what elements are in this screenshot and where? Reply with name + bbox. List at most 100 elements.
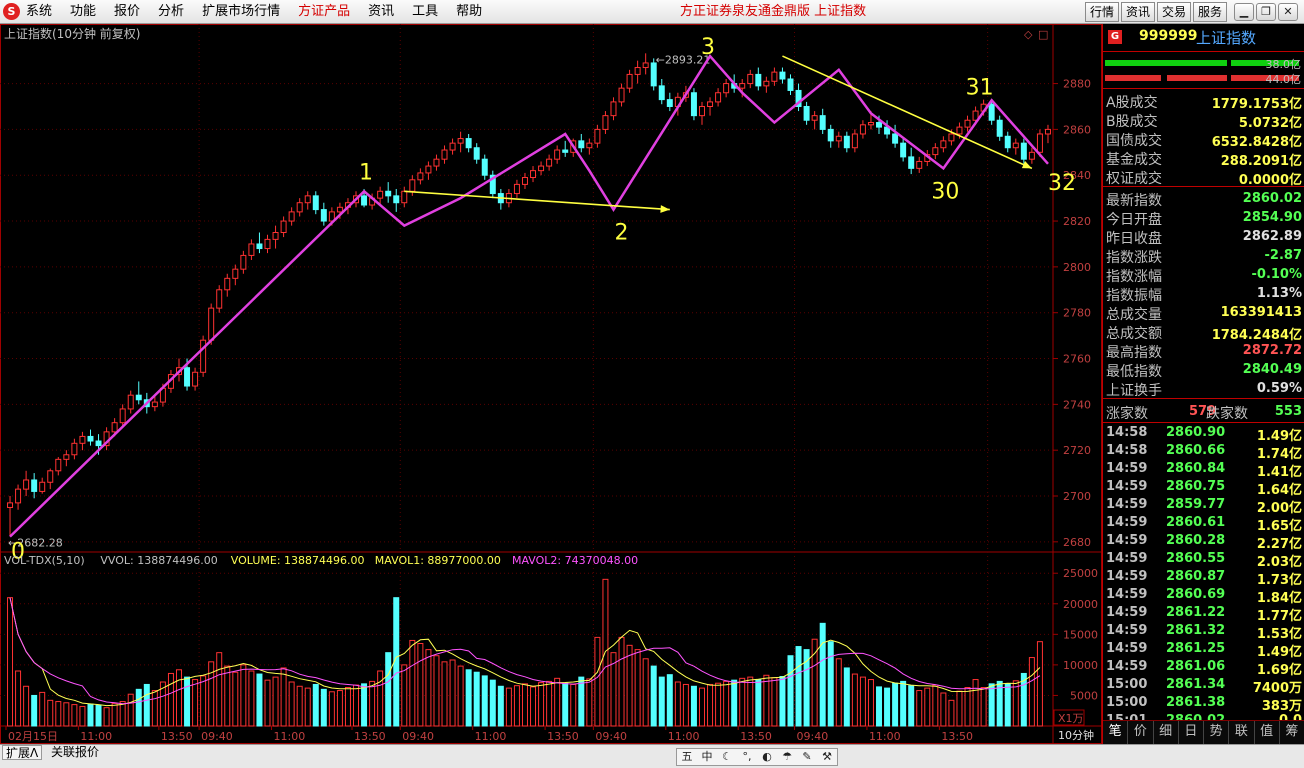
tick-row: 14:59 2860.28 2.27亿	[1103, 532, 1304, 552]
tool-icon[interactable]: 五	[677, 749, 697, 765]
stat-label: 最新指数	[1106, 193, 1162, 209]
volume-bar	[876, 686, 883, 727]
index-code: 999999	[1139, 28, 1198, 44]
minimize-icon[interactable]: ▁	[1234, 3, 1254, 21]
volume-bar	[135, 688, 142, 727]
candle-body	[626, 73, 633, 89]
candle-body	[232, 268, 239, 279]
x-tick-label: 13:50	[941, 730, 973, 743]
volume-bar	[353, 684, 360, 727]
candle-body	[932, 147, 939, 156]
candle-body	[55, 458, 62, 472]
volume-bar	[658, 676, 665, 727]
fall-label: 跌家数	[1206, 406, 1248, 422]
volume-bar	[956, 690, 963, 727]
panel-tab[interactable]: 值	[1255, 721, 1280, 744]
volume-bar	[554, 677, 561, 727]
menu-item[interactable]: 功能	[70, 0, 96, 24]
candle-body	[618, 87, 625, 103]
menu-item[interactable]: 分析	[158, 0, 184, 24]
top-button[interactable]: 资讯	[1121, 2, 1156, 22]
volume-bar	[167, 672, 174, 727]
menu-item[interactable]: 扩展市场行情	[202, 0, 280, 24]
g-badge-icon[interactable]: G	[1108, 30, 1122, 44]
candle-body	[296, 202, 303, 213]
wave-label: 32	[1048, 171, 1076, 196]
app-logo-icon[interactable]: S	[3, 3, 20, 20]
stat-row: 最高指数 2872.72	[1103, 341, 1304, 361]
tick-price: 2860.28	[1166, 533, 1226, 548]
volume-bar	[216, 652, 223, 727]
panel-tab[interactable]: 价	[1128, 721, 1154, 744]
volume-bar	[779, 676, 786, 727]
stat-row: 昨日收盘 2862.89	[1103, 227, 1304, 247]
tool-icon[interactable]: ✎	[797, 749, 817, 765]
candle-body	[79, 435, 86, 444]
menu-item[interactable]: 报价	[114, 0, 140, 24]
volume-bar	[972, 679, 979, 727]
stat-label: 权证成交	[1106, 171, 1162, 187]
candle-body	[538, 165, 545, 172]
red-bar	[1167, 75, 1227, 81]
bottom-bar: 扩展Λ 关联报价 五中 ☾ °, ◐ ☂ ✎ ⚒	[0, 744, 1304, 768]
menu-item[interactable]: 方证产品	[298, 0, 350, 24]
volume-bar	[538, 682, 545, 727]
panel-tab[interactable]: 联	[1229, 721, 1255, 744]
panel-tab[interactable]: 势	[1204, 721, 1230, 744]
stat-row: 总成交额 1784.2484亿	[1103, 322, 1304, 343]
top-button[interactable]: 服务	[1193, 2, 1228, 22]
volume-bar	[626, 644, 633, 727]
candle-body	[811, 115, 818, 121]
tab-expand[interactable]: 扩展Λ	[2, 745, 43, 760]
vol-tick-label: 20000	[1063, 598, 1098, 611]
volume-bar	[811, 638, 818, 727]
tick-time: 15:00	[1106, 677, 1148, 692]
top-button[interactable]: 交易	[1157, 2, 1192, 22]
panel-tab[interactable]: 筹	[1280, 721, 1304, 744]
menu-item[interactable]: 系统	[26, 0, 52, 24]
stat-label: 总成交量	[1106, 307, 1162, 323]
panel-tab[interactable]: 日	[1179, 721, 1204, 744]
tick-row: 14:59 2860.61 1.65亿	[1103, 514, 1304, 534]
tool-icon[interactable]: 中	[697, 749, 717, 765]
stat-label: 国债成交	[1106, 133, 1162, 149]
candle-body	[546, 158, 553, 167]
tool-icon[interactable]: ☂	[777, 749, 797, 765]
tool-icon[interactable]: ☾	[717, 749, 737, 765]
stat-label: 指数振幅	[1106, 288, 1162, 304]
tab-related-quotes[interactable]: 关联报价	[48, 745, 102, 760]
volume-bar	[385, 652, 392, 727]
main-menu: 系统 功能 报价 分析 扩展市场行情 方证产品 资讯 工具 帮助	[26, 0, 500, 24]
volume-bar	[320, 688, 327, 727]
volume-bar	[151, 690, 158, 727]
volume-bar	[723, 680, 730, 727]
panel-tab[interactable]: 细	[1154, 721, 1179, 744]
volume-bar	[755, 679, 762, 727]
tool-icon[interactable]: ◐	[757, 749, 777, 765]
tool-icon[interactable]: °,	[737, 749, 757, 765]
top-button[interactable]: 行情	[1085, 2, 1120, 22]
candle-body	[819, 115, 826, 130]
menu-item[interactable]: 资讯	[368, 0, 394, 24]
candle-body	[827, 128, 834, 142]
menu-item[interactable]: 帮助	[456, 0, 482, 24]
red-bar	[1105, 75, 1161, 81]
restore-icon[interactable]: ❐	[1256, 3, 1276, 21]
candle-body	[763, 80, 770, 87]
volume-bar	[208, 661, 215, 727]
stat-row: 上证换手 0.59%	[1103, 379, 1304, 399]
y-tick-label: 2880	[1063, 78, 1091, 91]
stat-row: 基金成交 288.2091亿	[1103, 148, 1304, 169]
tick-row: 14:59 2861.32 1.53亿	[1103, 622, 1304, 642]
tick-row: 14:59 2859.77 2.00亿	[1103, 496, 1304, 516]
chart-area[interactable]: 2680270027202740276027802800282028402860…	[0, 24, 1102, 744]
panel-tab[interactable]: 笔	[1103, 721, 1129, 744]
candle-body	[1036, 133, 1043, 153]
volume-bar	[940, 692, 947, 727]
menu-item[interactable]: 工具	[412, 0, 438, 24]
volume-bar	[570, 683, 577, 727]
y-tick-label: 2740	[1063, 398, 1091, 411]
tool-icon[interactable]: ⚒	[817, 749, 837, 765]
close-icon[interactable]: ✕	[1278, 3, 1298, 21]
candle-body	[63, 454, 70, 460]
